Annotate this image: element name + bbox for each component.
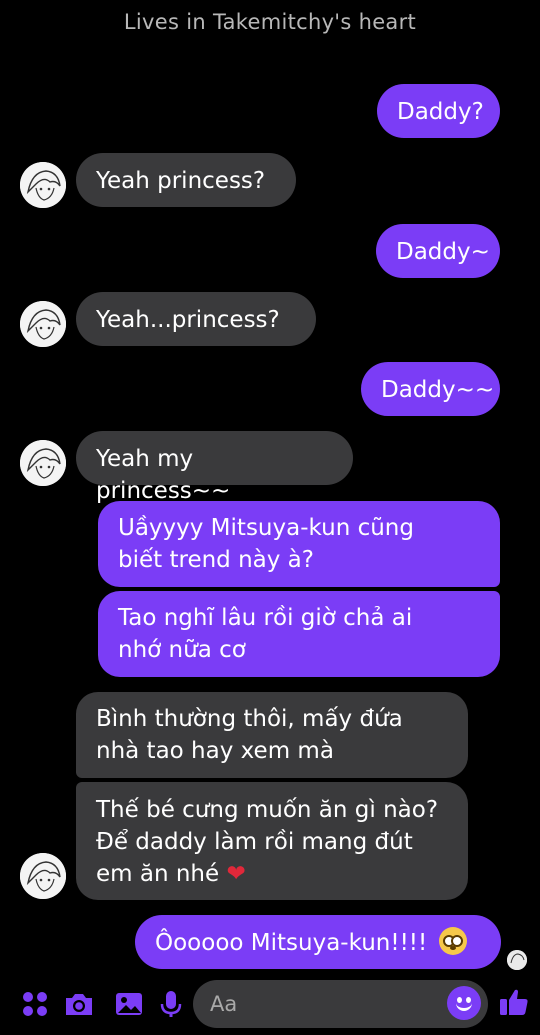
- message-text-line: Uầyyyy Mitsuya-kun cũng: [118, 515, 414, 541]
- message-text: Daddy~: [396, 239, 490, 265]
- heart-emoji: ❤: [226, 861, 246, 887]
- message-text-line: nhà tao hay xem mà: [96, 738, 334, 764]
- message-text-line: nhớ nữa cơ: [118, 637, 246, 663]
- emoji-icon[interactable]: [447, 986, 481, 1020]
- message-text: Yeah my princess~~: [96, 446, 231, 504]
- message-text-line: biết trend này à?: [118, 547, 314, 573]
- message-incoming[interactable]: Yeah princess?: [76, 153, 296, 207]
- message-text: Yeah princess?: [96, 168, 266, 194]
- thumbs-up-icon[interactable]: [497, 985, 531, 1019]
- message-incoming[interactable]: Thế bé cưng muốn ăn gì nào? Để daddy làm…: [76, 782, 468, 900]
- message-incoming[interactable]: Bình thường thôi, mấy đứa nhà tao hay xe…: [76, 692, 468, 778]
- message-outgoing[interactable]: Tao nghĩ lâu rồi giờ chả ai nhớ nữa cơ: [98, 591, 500, 677]
- avatar[interactable]: [20, 301, 66, 347]
- read-receipt-avatar: [507, 950, 527, 970]
- menu-dots-icon[interactable]: [18, 987, 52, 1021]
- composer-bar: Aa: [0, 975, 540, 1035]
- message-text-line: Để daddy làm rồi mang đút: [96, 829, 413, 855]
- message-text-line: Thế bé cưng muốn ăn gì nào?: [96, 797, 439, 823]
- message-outgoing[interactable]: Daddy?: [377, 84, 500, 138]
- message-text: Daddy?: [397, 99, 484, 125]
- avatar[interactable]: [20, 853, 66, 899]
- message-outgoing[interactable]: Daddy~~: [361, 362, 500, 416]
- avatar[interactable]: [20, 440, 66, 486]
- message-text: Ôooooo Mitsuya-kun!!!!: [155, 930, 428, 956]
- message-incoming[interactable]: Yeah...princess?: [76, 292, 316, 346]
- message-outgoing[interactable]: Uầyyyy Mitsuya-kun cũng biết trend này à…: [98, 501, 500, 587]
- message-text: Daddy~~: [381, 377, 495, 403]
- microphone-icon[interactable]: [154, 987, 188, 1021]
- message-text-line: Tao nghĩ lâu rồi giờ chả ai: [118, 605, 413, 631]
- camera-icon[interactable]: [62, 987, 96, 1021]
- avatar[interactable]: [20, 162, 66, 208]
- message-incoming[interactable]: Yeah my princess~~: [76, 431, 353, 504]
- message-text-line: em ăn nhé ❤: [96, 858, 448, 890]
- message-outgoing[interactable]: Daddy~: [376, 224, 500, 278]
- message-outgoing[interactable]: Ôooooo Mitsuya-kun!!!!: [135, 915, 501, 969]
- message-input[interactable]: Aa: [193, 980, 488, 1028]
- flushed-face-emoji: [438, 927, 467, 955]
- gallery-icon[interactable]: [112, 987, 146, 1021]
- message-text: Yeah...princess?: [96, 307, 280, 333]
- conversation-status: Lives in Takemitchy's heart: [123, 10, 417, 34]
- message-text: em ăn nhé: [96, 861, 220, 887]
- message-text-line: Bình thường thôi, mấy đứa: [96, 706, 403, 732]
